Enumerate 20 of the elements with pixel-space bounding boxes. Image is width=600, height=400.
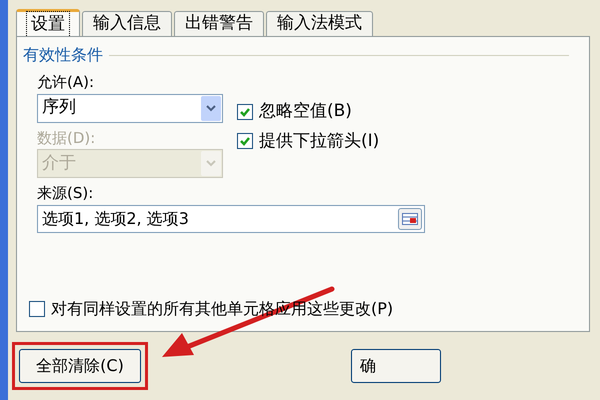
source-field[interactable]: 选项1, 选项2, 选项3 bbox=[37, 204, 425, 232]
tab[interactable]: 出错警告 bbox=[174, 11, 264, 36]
checkbox[interactable] bbox=[237, 104, 253, 120]
dropdown-value: 序列 bbox=[41, 96, 76, 120]
checkbox-label: 提供下拉箭头(I) bbox=[259, 130, 380, 152]
field-label: 允许(A): bbox=[37, 72, 96, 93]
tab[interactable]: 设置 bbox=[16, 9, 80, 37]
group-title: 有效性条件 bbox=[23, 44, 103, 66]
tab[interactable]: 输入法模式 bbox=[266, 11, 373, 36]
field-label: 来源(S): bbox=[37, 183, 94, 204]
tab[interactable]: 输入信息 bbox=[82, 11, 172, 36]
dialog-button[interactable]: 全部清除(C) bbox=[19, 349, 141, 383]
checkbox[interactable] bbox=[237, 133, 253, 150]
checkbox-label: 忽略空值(B) bbox=[259, 100, 352, 123]
dialog-button[interactable]: 确 bbox=[351, 349, 441, 383]
range-select-icon[interactable] bbox=[398, 208, 422, 230]
checkbox[interactable] bbox=[29, 301, 45, 317]
dropdown[interactable]: 序列 bbox=[37, 94, 223, 122]
field-label: 数据(D): bbox=[37, 128, 96, 148]
dropdown-value: 介于 bbox=[41, 152, 76, 175]
